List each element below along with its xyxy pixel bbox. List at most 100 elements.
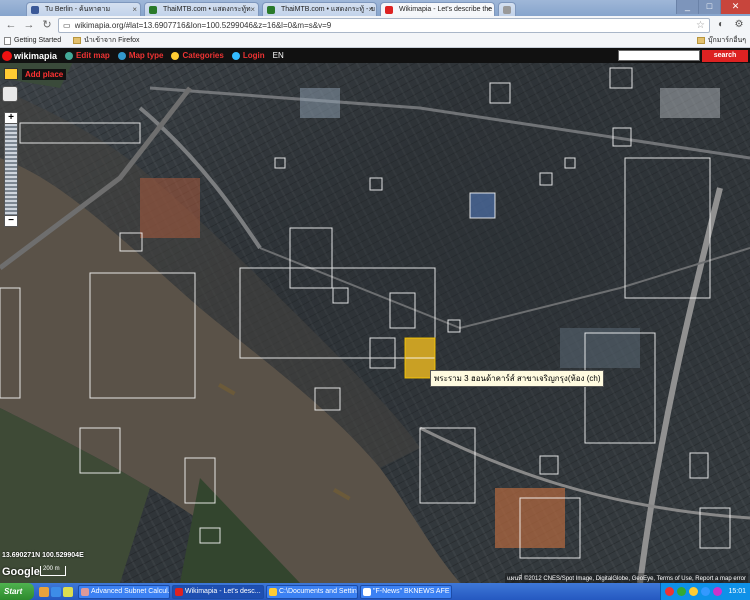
zoom-in-button[interactable]: + (4, 112, 18, 124)
tray-icon[interactable] (677, 587, 687, 596)
wikimapia-logo-icon (2, 50, 12, 61)
language-selector[interactable]: EN (273, 51, 284, 60)
menu-item-label: Map type (128, 51, 164, 60)
browser-tab[interactable] (498, 2, 516, 16)
bookmark-label: Getting Started (14, 37, 62, 44)
satellite-map[interactable] (0, 48, 750, 583)
taskbar-label: "F-News" BKNEWS AFE #1 (373, 587, 452, 595)
arrow-left-icon: ← (5, 19, 17, 31)
browser-tab[interactable]: ThaiMTB.com • แสดงกระทู้ - ข × (262, 2, 377, 16)
menu-item-label: Login (242, 51, 265, 60)
bookmark-item[interactable]: นำเข้าจาก Firefox (73, 35, 140, 46)
back-button[interactable]: ← (4, 18, 18, 32)
add-place-icon (4, 68, 18, 80)
other-bookmarks[interactable]: บุ๊กมาร์กอื่นๆ (697, 35, 746, 46)
tab-label: Tu Berlin - ค้นหาตาม (45, 6, 111, 13)
taskbar-app-icon (175, 587, 183, 596)
page-icon (4, 36, 11, 45)
bookmark-label: นำเข้าจาก Firefox (84, 37, 140, 44)
browser-toolbar: ← → ↻ ▭ wikimapia.org/#lat=13.6907716&lo… (0, 16, 750, 34)
bookmarks-bar: Getting Started นำเข้าจาก Firefox บุ๊กมาร… (0, 34, 750, 48)
ie-launch-icon[interactable] (51, 586, 61, 597)
zoom-slider[interactable] (4, 124, 18, 215)
menu-categories[interactable]: Categories (171, 51, 224, 60)
tab-favicon-icon (503, 6, 511, 14)
menu-login[interactable]: Login (231, 51, 265, 60)
start-button[interactable]: Start (0, 583, 34, 600)
add-place-label: Add place (22, 68, 67, 80)
taskbar-button[interactable]: "F-News" BKNEWS AFE #1 (360, 584, 452, 599)
quick-launch (36, 586, 76, 597)
close-window-button[interactable]: ✕ (720, 0, 750, 14)
bookmark-item[interactable]: Getting Started (4, 36, 62, 45)
menu-edit-map[interactable]: Edit map (65, 51, 110, 60)
page-icon: ▭ (63, 20, 71, 30)
reload-button[interactable]: ↻ (40, 18, 54, 32)
zoom-control: + − (4, 112, 18, 227)
taskbar-label: Advanced Subnet Calcul... (91, 587, 170, 595)
taskbar-app-icon (81, 587, 89, 596)
tray-icon[interactable] (689, 587, 699, 596)
folder-icon (697, 37, 706, 44)
tab-close-icon[interactable]: × (250, 3, 255, 16)
address-bar[interactable]: ▭ wikimapia.org/#lat=13.6907716&lon=100.… (58, 17, 710, 33)
pan-control[interactable] (2, 86, 18, 102)
wrench-icon[interactable]: ⚙ (732, 18, 746, 32)
url-text: wikimapia.org/#lat=13.6907716&lon=100.52… (74, 20, 332, 30)
tab-favicon-icon (267, 6, 275, 14)
maximize-button[interactable]: □ (698, 0, 720, 14)
search-input[interactable] (618, 50, 700, 61)
menu-item-label: Edit map (76, 51, 110, 60)
wikimapia-logo[interactable]: wikimapia (2, 50, 57, 61)
reload-icon: ↻ (42, 19, 52, 31)
tab-label: ThaiMTB.com • แสดงกระทู้ - ข (281, 6, 376, 13)
taskbar-app-icon (363, 587, 371, 596)
browser-tab[interactable]: Tu Berlin - ค้นหาตาม × (26, 2, 141, 16)
search-button[interactable]: search (702, 50, 748, 62)
system-tray: 15:01 (660, 583, 750, 600)
map-copyright: แผนที่ ©2012 CNES/Spot Image, DigitalGlo… (504, 573, 748, 583)
clock: 15:01 (728, 588, 746, 595)
forward-button[interactable]: → (22, 18, 36, 32)
taskbar-app-icon (269, 587, 277, 596)
menu-item-icon (65, 51, 74, 60)
taskbar-button[interactable]: C:\Documents and Settin... (266, 584, 358, 599)
google-logo: Google (2, 566, 40, 578)
tab-strip: Tu Berlin - ค้นหาตาม × ThaiMTB.com • แสดงก… (0, 0, 750, 16)
menu-item-icon (231, 51, 240, 60)
tray-icon[interactable] (713, 587, 723, 596)
taskbar-label: Wikimapia - Let's desc... (185, 587, 261, 595)
tab-close-icon[interactable]: × (132, 3, 137, 16)
extension-icon[interactable]: ◐ (714, 18, 728, 32)
browser-launch-icon[interactable] (39, 586, 49, 597)
menu-item-icon (117, 51, 126, 60)
tray-icon[interactable] (701, 587, 711, 596)
taskbar-label: C:\Documents and Settin... (279, 587, 358, 595)
menu-map-type[interactable]: Map type (117, 51, 164, 60)
other-bookmarks-label: บุ๊กมาร์กอื่นๆ (708, 37, 746, 44)
tray-icon[interactable] (665, 587, 675, 596)
taskbar-button[interactable]: Advanced Subnet Calcul... (78, 584, 170, 599)
folder-launch-icon[interactable] (63, 586, 73, 597)
tab-favicon-icon (149, 6, 157, 14)
add-place-button[interactable]: Add place (4, 68, 67, 80)
minimize-button[interactable]: _ (676, 0, 698, 14)
tab-label: ThaiMTB.com • แสดงกระทู้ท (163, 6, 251, 13)
star-icon[interactable]: ☆ (696, 20, 705, 31)
tab-close-icon[interactable]: × (368, 3, 373, 16)
zoom-out-button[interactable]: − (4, 215, 18, 227)
taskbar-button[interactable]: Wikimapia - Let's desc... (172, 584, 264, 599)
place-tooltip: พระราม 3 ฮอนด้าคาร์ส์ สาขาเจริญกรุง(ห้อง… (430, 370, 605, 387)
browser-tab[interactable]: Wikimapia - Let's describe the × (380, 2, 495, 16)
coordinates-readout: 13.690271N 100.529904E (2, 552, 84, 559)
tab-label: Wikimapia - Let's describe the (399, 6, 493, 13)
tab-favicon-icon (31, 6, 39, 14)
window-controls: _ □ ✕ (676, 0, 750, 14)
menu-item-icon (171, 51, 180, 60)
map-scale: 200 m (40, 566, 66, 576)
tab-close-icon[interactable]: × (486, 3, 491, 16)
arrow-right-icon: → (23, 19, 35, 31)
map-imagery (0, 48, 750, 583)
browser-tab[interactable]: ThaiMTB.com • แสดงกระทู้ท × (144, 2, 259, 16)
folder-icon (73, 37, 82, 44)
